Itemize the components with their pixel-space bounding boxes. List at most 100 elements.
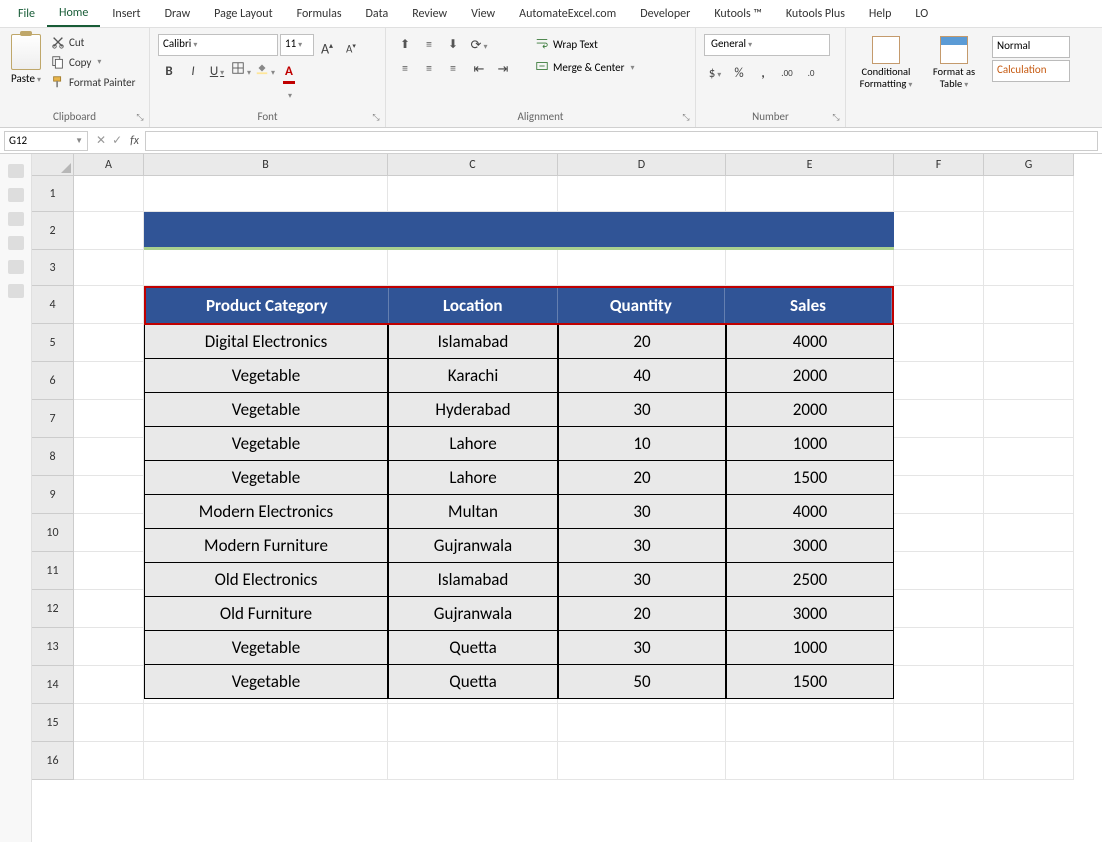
format-as-table-button[interactable]: Format as Table: [920, 34, 988, 91]
enter-formula-icon[interactable]: ✓: [112, 133, 122, 148]
cell[interactable]: [74, 704, 144, 742]
row-header[interactable]: 5: [32, 324, 74, 362]
table-cell[interactable]: 20: [558, 325, 726, 359]
cell[interactable]: [144, 742, 388, 780]
table-cell[interactable]: 1500: [726, 665, 894, 699]
increase-indent-icon[interactable]: ⇥: [492, 58, 514, 80]
table-cell[interactable]: 1500: [726, 461, 894, 495]
cell[interactable]: [894, 742, 984, 780]
font-color-button[interactable]: A: [278, 60, 300, 82]
format-painter-button[interactable]: Format Painter: [48, 74, 138, 90]
ribbon-tab-help[interactable]: Help: [857, 2, 904, 26]
cell[interactable]: [984, 476, 1074, 514]
cell-style-calculation[interactable]: Calculation: [992, 60, 1070, 82]
decrease-decimal-icon[interactable]: .0: [800, 62, 822, 84]
cell[interactable]: [558, 176, 726, 212]
table-cell[interactable]: 30: [558, 393, 726, 427]
increase-font-icon[interactable]: A▴: [316, 34, 338, 56]
accounting-format-icon[interactable]: $: [704, 62, 726, 84]
row-header[interactable]: 4: [32, 286, 74, 324]
table-cell[interactable]: 2000: [726, 359, 894, 393]
cell[interactable]: [388, 250, 558, 286]
gutter-icon[interactable]: [8, 212, 24, 226]
paste-button[interactable]: Paste: [4, 30, 48, 85]
table-cell[interactable]: Hyderabad: [388, 393, 558, 427]
cell[interactable]: [984, 514, 1074, 552]
bold-button[interactable]: B: [158, 60, 180, 82]
cell[interactable]: [726, 704, 894, 742]
table-header-cell[interactable]: Product Category: [146, 288, 389, 323]
align-right-icon[interactable]: ≡: [442, 58, 464, 80]
cell[interactable]: [984, 704, 1074, 742]
wrap-text-button[interactable]: Wrap Text: [535, 36, 635, 53]
align-left-icon[interactable]: ≡: [394, 58, 416, 80]
column-header[interactable]: F: [894, 154, 984, 176]
table-cell[interactable]: 2500: [726, 563, 894, 597]
row-header[interactable]: 1: [32, 176, 74, 212]
cell[interactable]: [894, 590, 984, 628]
table-cell[interactable]: Modern Furniture: [144, 529, 388, 563]
table-cell[interactable]: 4000: [726, 495, 894, 529]
row-header[interactable]: 8: [32, 438, 74, 476]
cell[interactable]: [388, 742, 558, 780]
cell[interactable]: [984, 742, 1074, 780]
row-header[interactable]: 13: [32, 628, 74, 666]
ribbon-tab-draw[interactable]: Draw: [153, 2, 203, 26]
ribbon-tab-insert[interactable]: Insert: [100, 2, 152, 26]
decrease-font-icon[interactable]: A▾: [340, 34, 362, 56]
table-cell[interactable]: Old Electronics: [144, 563, 388, 597]
gutter-icon[interactable]: [8, 260, 24, 274]
table-cell[interactable]: Modern Electronics: [144, 495, 388, 529]
cell[interactable]: [558, 704, 726, 742]
cell[interactable]: [984, 324, 1074, 362]
cell[interactable]: [388, 176, 558, 212]
row-header[interactable]: 16: [32, 742, 74, 780]
cell[interactable]: [894, 628, 984, 666]
gutter-icon[interactable]: [8, 236, 24, 250]
cell[interactable]: [894, 400, 984, 438]
table-cell[interactable]: 50: [558, 665, 726, 699]
ribbon-tab-kutools-[interactable]: Kutools ™: [702, 2, 774, 26]
conditional-formatting-button[interactable]: Conditional Formatting: [852, 34, 920, 91]
table-cell[interactable]: 30: [558, 529, 726, 563]
percent-format-icon[interactable]: %: [728, 62, 750, 84]
row-header[interactable]: 12: [32, 590, 74, 628]
table-cell[interactable]: 1000: [726, 427, 894, 461]
align-bottom-icon[interactable]: ⬇: [442, 34, 464, 56]
cell[interactable]: [894, 324, 984, 362]
table-cell[interactable]: Vegetable: [144, 631, 388, 665]
ribbon-tab-page-layout[interactable]: Page Layout: [202, 2, 284, 26]
cell[interactable]: [74, 362, 144, 400]
row-header[interactable]: 10: [32, 514, 74, 552]
ribbon-tab-data[interactable]: Data: [354, 2, 401, 26]
ribbon-tab-view[interactable]: View: [459, 2, 507, 26]
number-dialog-launcher[interactable]: ⤡: [829, 111, 843, 125]
row-header[interactable]: 6: [32, 362, 74, 400]
table-header-cell[interactable]: Sales: [725, 288, 892, 323]
cell[interactable]: [74, 438, 144, 476]
table-cell[interactable]: Digital Electronics: [144, 325, 388, 359]
grid[interactable]: ABCDEFG12345678910111213141516Product Ca…: [32, 154, 1102, 842]
table-header-cell[interactable]: Quantity: [558, 288, 725, 323]
increase-decimal-icon[interactable]: .00: [776, 62, 798, 84]
name-box[interactable]: G12 ▼: [4, 131, 88, 151]
column-header[interactable]: D: [558, 154, 726, 176]
cell[interactable]: [894, 212, 984, 250]
cell[interactable]: [984, 590, 1074, 628]
cell[interactable]: [726, 176, 894, 212]
table-cell[interactable]: Lahore: [388, 427, 558, 461]
underline-button[interactable]: U: [206, 60, 228, 82]
clipboard-dialog-launcher[interactable]: ⤡: [133, 111, 147, 125]
table-cell[interactable]: Old Furniture: [144, 597, 388, 631]
column-header[interactable]: C: [388, 154, 558, 176]
ribbon-tab-review[interactable]: Review: [400, 2, 459, 26]
cell[interactable]: [388, 704, 558, 742]
ribbon-tab-formulas[interactable]: Formulas: [285, 2, 354, 26]
formula-input[interactable]: [145, 131, 1098, 151]
table-cell[interactable]: 30: [558, 495, 726, 529]
table-cell[interactable]: Karachi: [388, 359, 558, 393]
ribbon-tab-home[interactable]: Home: [47, 1, 100, 27]
comma-format-icon[interactable]: ,: [752, 62, 774, 84]
cancel-formula-icon[interactable]: ✕: [96, 133, 106, 148]
cell[interactable]: [74, 250, 144, 286]
